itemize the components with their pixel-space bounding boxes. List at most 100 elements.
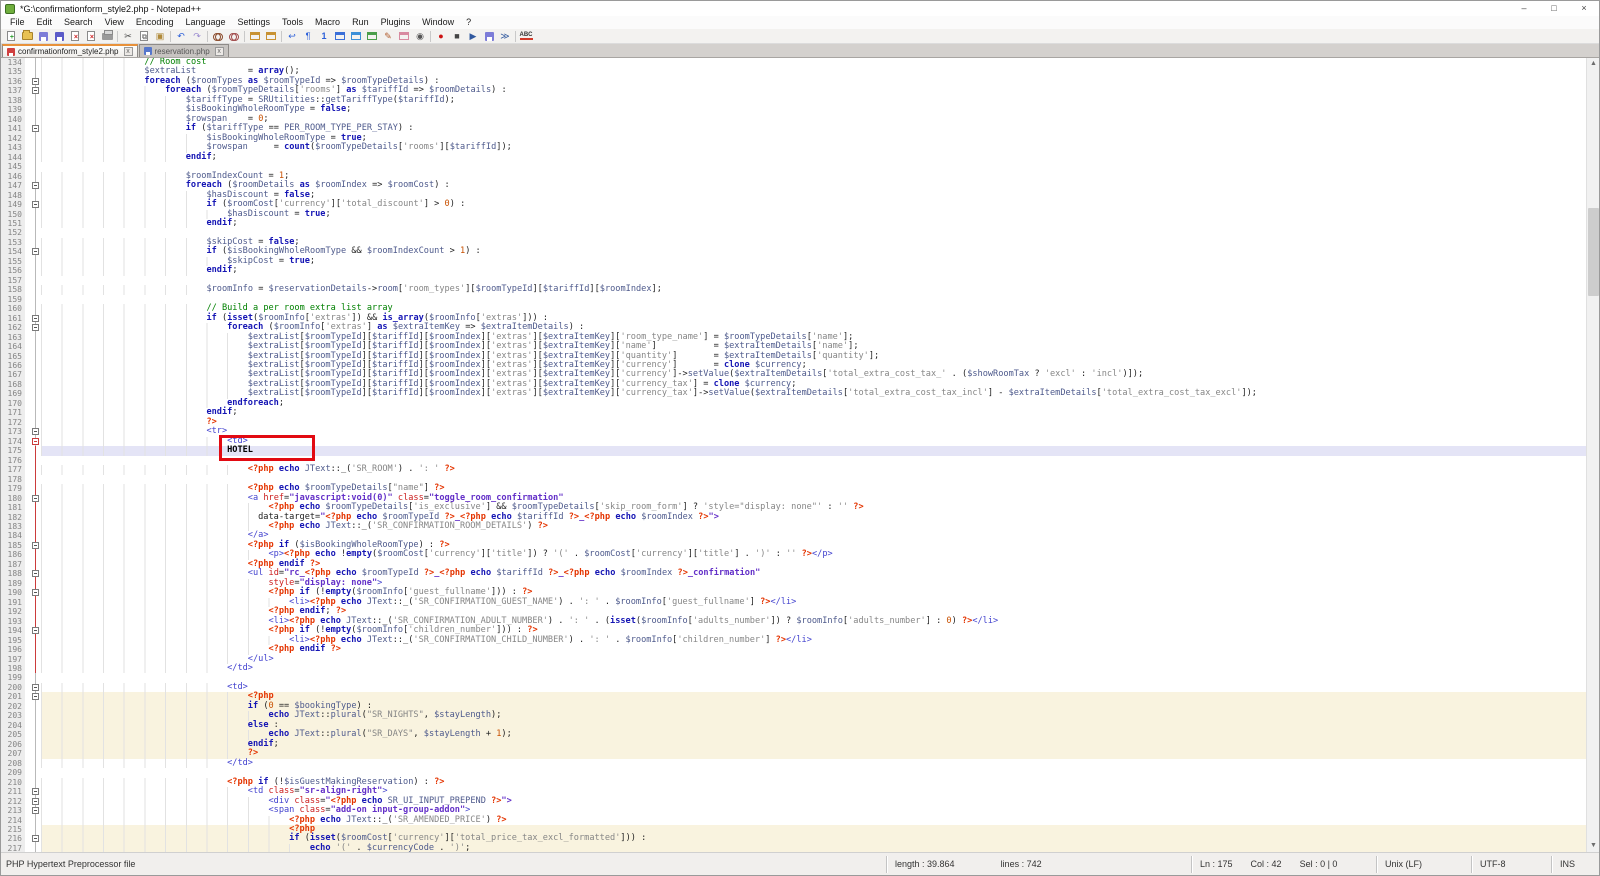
- code-line[interactable]: 213<span class="add-on input-group-addon…: [1, 806, 1599, 815]
- code-editor[interactable]: 134// Room cost135$extraList = array();1…: [1, 58, 1599, 852]
- code-line[interactable]: 195<li><?php echo JText::_('SR_CONFIRMAT…: [1, 636, 1599, 645]
- fold-margin[interactable]: [30, 730, 41, 739]
- fold-margin[interactable]: [30, 494, 41, 503]
- fold-margin[interactable]: [30, 787, 41, 796]
- show-all-chars-button[interactable]: ¶: [300, 29, 316, 43]
- fold-margin[interactable]: [30, 228, 41, 237]
- menu-item-search[interactable]: Search: [58, 16, 99, 29]
- code-line[interactable]: 171endif;: [1, 408, 1599, 417]
- fold-margin[interactable]: [30, 825, 41, 834]
- fold-margin[interactable]: [30, 522, 41, 531]
- fold-margin[interactable]: [30, 162, 41, 171]
- code-line[interactable]: 156endif;: [1, 266, 1599, 275]
- fold-margin[interactable]: [30, 692, 41, 701]
- code-line[interactable]: 187<?php endif ?>: [1, 560, 1599, 569]
- scroll-down-arrow-icon[interactable]: ▼: [1587, 840, 1599, 852]
- macro-save-button[interactable]: [481, 29, 497, 43]
- fold-margin[interactable]: [30, 588, 41, 597]
- close-file-button[interactable]: ×: [67, 29, 83, 43]
- fold-margin[interactable]: [30, 475, 41, 484]
- fold-margin[interactable]: [30, 711, 41, 720]
- tab-close-icon[interactable]: x: [124, 47, 133, 56]
- fold-margin[interactable]: [30, 191, 41, 200]
- fold-margin[interactable]: [30, 834, 41, 843]
- close-button[interactable]: ×: [1569, 1, 1599, 16]
- macro-stop-button[interactable]: ■: [449, 29, 465, 43]
- menu-item-window[interactable]: Window: [416, 16, 460, 29]
- fold-margin[interactable]: [30, 541, 41, 550]
- fold-collapse-icon[interactable]: [32, 798, 39, 805]
- menu-item-view[interactable]: View: [99, 16, 130, 29]
- fold-collapse-icon[interactable]: [32, 589, 39, 596]
- code-line[interactable]: 170endforeach;: [1, 399, 1599, 408]
- fold-margin[interactable]: [30, 86, 41, 95]
- word-wrap-button[interactable]: ↩: [284, 29, 300, 43]
- fold-margin[interactable]: [30, 844, 41, 852]
- fold-collapse-icon[interactable]: [32, 627, 39, 634]
- fold-margin[interactable]: [30, 134, 41, 143]
- code-line[interactable]: 172?>: [1, 418, 1599, 427]
- fold-margin[interactable]: [30, 446, 41, 455]
- fold-margin[interactable]: [30, 115, 41, 124]
- fold-margin[interactable]: [30, 58, 41, 67]
- fold-margin[interactable]: [30, 607, 41, 616]
- fold-margin[interactable]: [30, 304, 41, 313]
- fold-collapse-icon[interactable]: [32, 125, 39, 132]
- code-line[interactable]: 200<td>: [1, 683, 1599, 692]
- paste-button[interactable]: ▣: [152, 29, 168, 43]
- cut-button[interactable]: ✂: [120, 29, 136, 43]
- fold-collapse-icon[interactable]: [32, 182, 39, 189]
- code-line[interactable]: 144endif;: [1, 153, 1599, 162]
- fold-margin[interactable]: [30, 408, 41, 417]
- code-line[interactable]: 203echo JText::plural("SR_NIGHTS", $stay…: [1, 711, 1599, 720]
- fold-margin[interactable]: [30, 531, 41, 540]
- code-line[interactable]: 215<?php: [1, 825, 1599, 834]
- code-line[interactable]: 202if (0 == $bookingType) :: [1, 702, 1599, 711]
- replace-button[interactable]: [226, 29, 242, 43]
- redo-button[interactable]: ↷: [189, 29, 205, 43]
- fold-collapse-icon[interactable]: [32, 201, 39, 208]
- fold-margin[interactable]: [30, 569, 41, 578]
- sync-h-button[interactable]: [263, 29, 279, 43]
- code-line[interactable]: 181<?php echo $roomTypeDetails['is_exclu…: [1, 503, 1599, 512]
- scrollbar-thumb[interactable]: [1588, 208, 1599, 296]
- code-line[interactable]: 205echo JText::plural("SR_DAYS", $stayLe…: [1, 730, 1599, 739]
- code-line[interactable]: 208</td>: [1, 759, 1599, 768]
- vertical-scrollbar[interactable]: ▲ ▼: [1586, 58, 1599, 852]
- code-line[interactable]: 150$hasDiscount = true;: [1, 210, 1599, 219]
- fold-margin[interactable]: [30, 210, 41, 219]
- macro-run-multiple-button[interactable]: ≫: [497, 29, 513, 43]
- menu-item-tools[interactable]: Tools: [276, 16, 309, 29]
- function-list-button[interactable]: [348, 29, 364, 43]
- fold-margin[interactable]: [30, 598, 41, 607]
- fold-margin[interactable]: [30, 617, 41, 626]
- fold-margin[interactable]: [30, 257, 41, 266]
- menu-item-language[interactable]: Language: [179, 16, 231, 29]
- new-file-button[interactable]: +: [3, 29, 19, 43]
- fold-margin[interactable]: [30, 295, 41, 304]
- menu-item-encoding[interactable]: Encoding: [130, 16, 180, 29]
- fold-margin[interactable]: [30, 655, 41, 664]
- fold-margin[interactable]: [30, 740, 41, 749]
- fold-margin[interactable]: [30, 664, 41, 673]
- code-line[interactable]: 179<?php echo $roomTypeDetails["name"] ?…: [1, 484, 1599, 493]
- code-line[interactable]: 158$roomInfo = $reservationDetails->room…: [1, 285, 1599, 294]
- fold-margin[interactable]: [30, 361, 41, 370]
- fold-margin[interactable]: [30, 816, 41, 825]
- fold-margin[interactable]: [30, 484, 41, 493]
- fold-margin[interactable]: [30, 370, 41, 379]
- code-line[interactable]: 204else :: [1, 721, 1599, 730]
- fold-margin[interactable]: [30, 550, 41, 559]
- fold-margin[interactable]: [30, 352, 41, 361]
- fold-collapse-active-icon[interactable]: [32, 438, 39, 445]
- fold-margin[interactable]: [30, 389, 41, 398]
- fold-margin[interactable]: [30, 153, 41, 162]
- fold-margin[interactable]: [30, 427, 41, 436]
- sync-v-button[interactable]: [247, 29, 263, 43]
- fold-margin[interactable]: [30, 124, 41, 133]
- code-line[interactable]: 212<div class="<?php echo SR_UI_INPUT_PR…: [1, 797, 1599, 806]
- code-line[interactable]: 182data-target="<?php echo $roomTypeId ?…: [1, 513, 1599, 522]
- fold-collapse-icon[interactable]: [32, 570, 39, 577]
- fold-margin[interactable]: [30, 96, 41, 105]
- status-eol-format[interactable]: Unix (LF): [1376, 856, 1471, 873]
